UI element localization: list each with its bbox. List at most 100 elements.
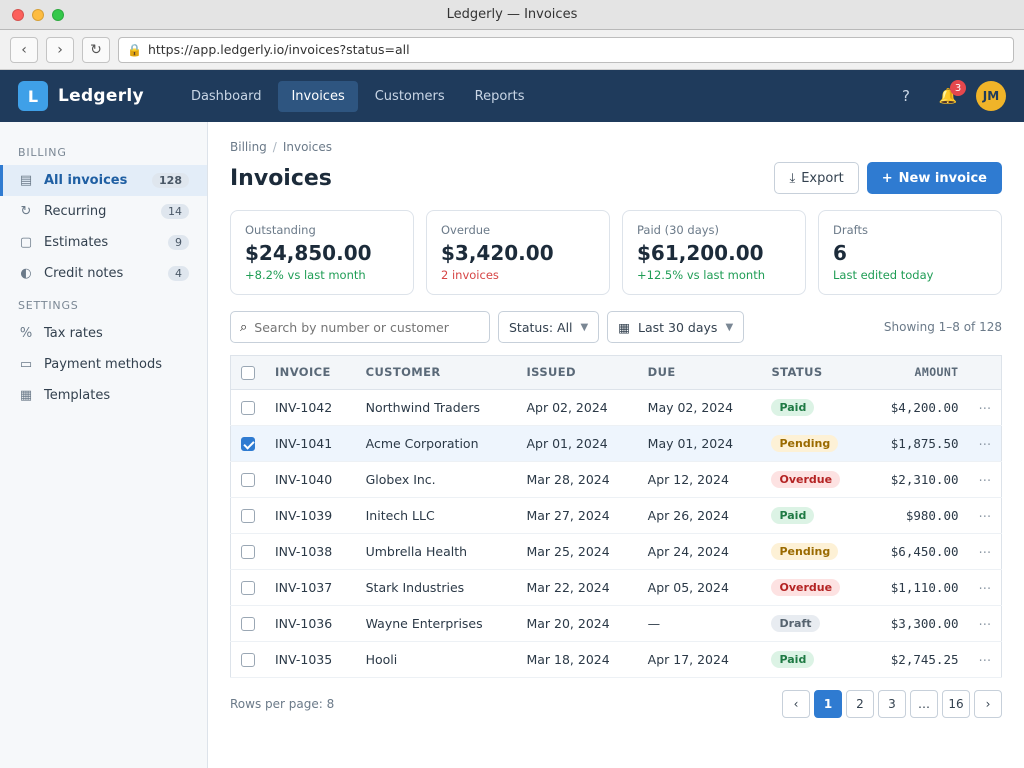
invoices-table: Invoice Customer Issued Due Status Amoun…	[230, 355, 1002, 678]
card-delta: +8.2% vs last month	[245, 268, 366, 282]
breadcrumb-item-billing[interactable]: Billing	[230, 140, 267, 154]
sidebar-item-payment-methods[interactable]: ▭ Payment methods	[0, 349, 207, 380]
card-value: $3,420.00	[441, 241, 554, 265]
search-icon: ⌕	[240, 319, 248, 335]
row-checkbox[interactable]	[241, 616, 255, 631]
breadcrumb: Billing / Invoices	[230, 140, 1002, 154]
row-checkbox[interactable]	[241, 400, 255, 415]
invoice-number[interactable]: INV-1035	[265, 641, 356, 678]
select-all-checkbox[interactable]	[241, 365, 255, 380]
close-window-button[interactable]	[12, 8, 24, 21]
nav-invoices[interactable]: Invoices	[278, 80, 358, 112]
nav-dashboard[interactable]: Dashboard	[178, 81, 275, 112]
select-all-header[interactable]	[230, 355, 265, 390]
card-label: Outstanding	[245, 223, 316, 237]
new-invoice-button[interactable]: + New invoice	[866, 162, 1002, 194]
column-header-status[interactable]: Status	[761, 355, 866, 390]
more-icon[interactable]: ⋯	[968, 425, 1002, 462]
more-icon[interactable]: ⋯	[968, 605, 1002, 642]
table-row[interactable]: INV-1039 Initech LLC Mar 27, 2024 Apr 26…	[230, 497, 1002, 534]
sidebar-item-estimates[interactable]: ▢ Estimates 9	[0, 227, 207, 258]
issued-date: Apr 02, 2024	[516, 389, 638, 426]
row-checkbox[interactable]	[241, 436, 255, 451]
customer-name: Northwind Traders	[355, 389, 517, 426]
card-overdue: Overdue $3,420.00 2 invoices	[426, 210, 610, 295]
page-button-2[interactable]: 2	[846, 689, 874, 718]
table-row[interactable]: INV-1038 Umbrella Health Mar 25, 2024 Ap…	[230, 533, 1002, 570]
page-button-16[interactable]: 16	[942, 689, 970, 718]
page-button-1[interactable]: 1	[814, 689, 842, 718]
bell-icon[interactable]: 🔔 3	[934, 80, 966, 110]
row-checkbox[interactable]	[241, 580, 255, 595]
prev-page-button[interactable]: ‹	[782, 689, 810, 718]
column-header-amount[interactable]: Amount	[865, 355, 969, 390]
app-logo[interactable]: L	[18, 81, 48, 111]
card-paid: Paid (30 days) $61,200.00 +12.5% vs last…	[622, 210, 806, 295]
invoice-number[interactable]: INV-1036	[265, 605, 356, 642]
sidebar-item-count: 14	[161, 204, 189, 219]
invoice-number[interactable]: INV-1040	[265, 461, 356, 498]
avatar[interactable]: JM	[976, 81, 1006, 111]
reload-icon[interactable]: ↻	[82, 36, 110, 63]
date-filter-value: Last 30 days	[638, 319, 718, 335]
sidebar-item-tax-rates[interactable]: % Tax rates	[0, 318, 207, 349]
column-header-customer[interactable]: Customer	[355, 355, 517, 390]
forward-icon[interactable]: ›	[46, 36, 74, 63]
sidebar-item-templates[interactable]: ▦ Templates	[0, 380, 207, 411]
minimize-window-button[interactable]	[32, 8, 44, 21]
more-icon[interactable]: ⋯	[968, 461, 1002, 498]
export-button[interactable]: ⤓ Export	[774, 162, 859, 194]
more-icon[interactable]: ⋯	[968, 569, 1002, 606]
row-checkbox[interactable]	[241, 472, 255, 487]
more-icon[interactable]: ⋯	[968, 641, 1002, 678]
invoice-amount: $1,110.00	[865, 569, 969, 606]
sidebar-item-credit-notes[interactable]: ◐ Credit notes 4	[0, 258, 207, 289]
next-page-button[interactable]: ›	[974, 689, 1002, 718]
table-header-row: Invoice Customer Issued Due Status Amoun…	[230, 355, 1002, 390]
column-header-issued[interactable]: Issued	[516, 355, 638, 390]
more-icon[interactable]: ⋯	[968, 533, 1002, 570]
search-input[interactable]	[254, 319, 480, 335]
export-button-label: Export	[801, 170, 844, 186]
due-date: Apr 05, 2024	[637, 569, 762, 606]
invoice-number[interactable]: INV-1041	[265, 425, 356, 462]
invoice-number[interactable]: INV-1042	[265, 389, 356, 426]
invoice-number[interactable]: INV-1038	[265, 533, 356, 570]
row-checkbox[interactable]	[241, 544, 255, 559]
sidebar-item-recurring[interactable]: ↻ Recurring 14	[0, 196, 207, 227]
back-icon[interactable]: ‹	[10, 36, 38, 63]
status-badge: Paid	[771, 506, 815, 524]
table-row[interactable]: INV-1041 Acme Corporation Apr 01, 2024 M…	[230, 425, 1002, 462]
title-row: Invoices ⤓ Export + New invoice	[230, 162, 1002, 194]
column-header-due[interactable]: Due	[637, 355, 762, 390]
address-bar[interactable]: 🔒 https://app.ledgerly.io/invoices?statu…	[118, 36, 1014, 63]
rows-per-page[interactable]: Rows per page: 8	[230, 697, 334, 711]
status-badge: Draft	[771, 614, 820, 632]
row-checkbox[interactable]	[241, 652, 255, 667]
invoice-number[interactable]: INV-1039	[265, 497, 356, 534]
column-header-invoice[interactable]: Invoice	[265, 355, 356, 390]
customer-name: Initech LLC	[355, 497, 517, 534]
sidebar-item-all-invoices[interactable]: ▤ All invoices 128	[0, 165, 207, 196]
maximize-window-button[interactable]	[52, 8, 64, 21]
customer-name: Stark Industries	[355, 569, 517, 606]
status-badge: Pending	[771, 542, 839, 560]
more-icon[interactable]: ⋯	[968, 389, 1002, 426]
app-name: Ledgerly	[58, 86, 144, 106]
date-filter[interactable]: ▦ Last 30 days ▼	[607, 311, 745, 343]
invoice-number[interactable]: INV-1037	[265, 569, 356, 606]
table-row[interactable]: INV-1040 Globex Inc. Mar 28, 2024 Apr 12…	[230, 461, 1002, 498]
table-row[interactable]: INV-1037 Stark Industries Mar 22, 2024 A…	[230, 569, 1002, 606]
help-icon[interactable]: ?	[892, 82, 920, 110]
row-checkbox[interactable]	[241, 508, 255, 523]
table-row[interactable]: INV-1042 Northwind Traders Apr 02, 2024 …	[230, 389, 1002, 426]
main-content: Billing / Invoices Invoices ⤓ Export + N…	[208, 122, 1024, 768]
more-icon[interactable]: ⋯	[968, 497, 1002, 534]
page-button-3[interactable]: 3	[878, 689, 906, 718]
table-row[interactable]: INV-1035 Hooli Mar 18, 2024 Apr 17, 2024…	[230, 641, 1002, 678]
status-filter[interactable]: Status: All ▼	[498, 311, 600, 343]
nav-reports[interactable]: Reports	[462, 81, 538, 112]
due-date: —	[637, 605, 762, 642]
table-row[interactable]: INV-1036 Wayne Enterprises Mar 20, 2024 …	[230, 605, 1002, 642]
nav-customers[interactable]: Customers	[362, 81, 458, 112]
